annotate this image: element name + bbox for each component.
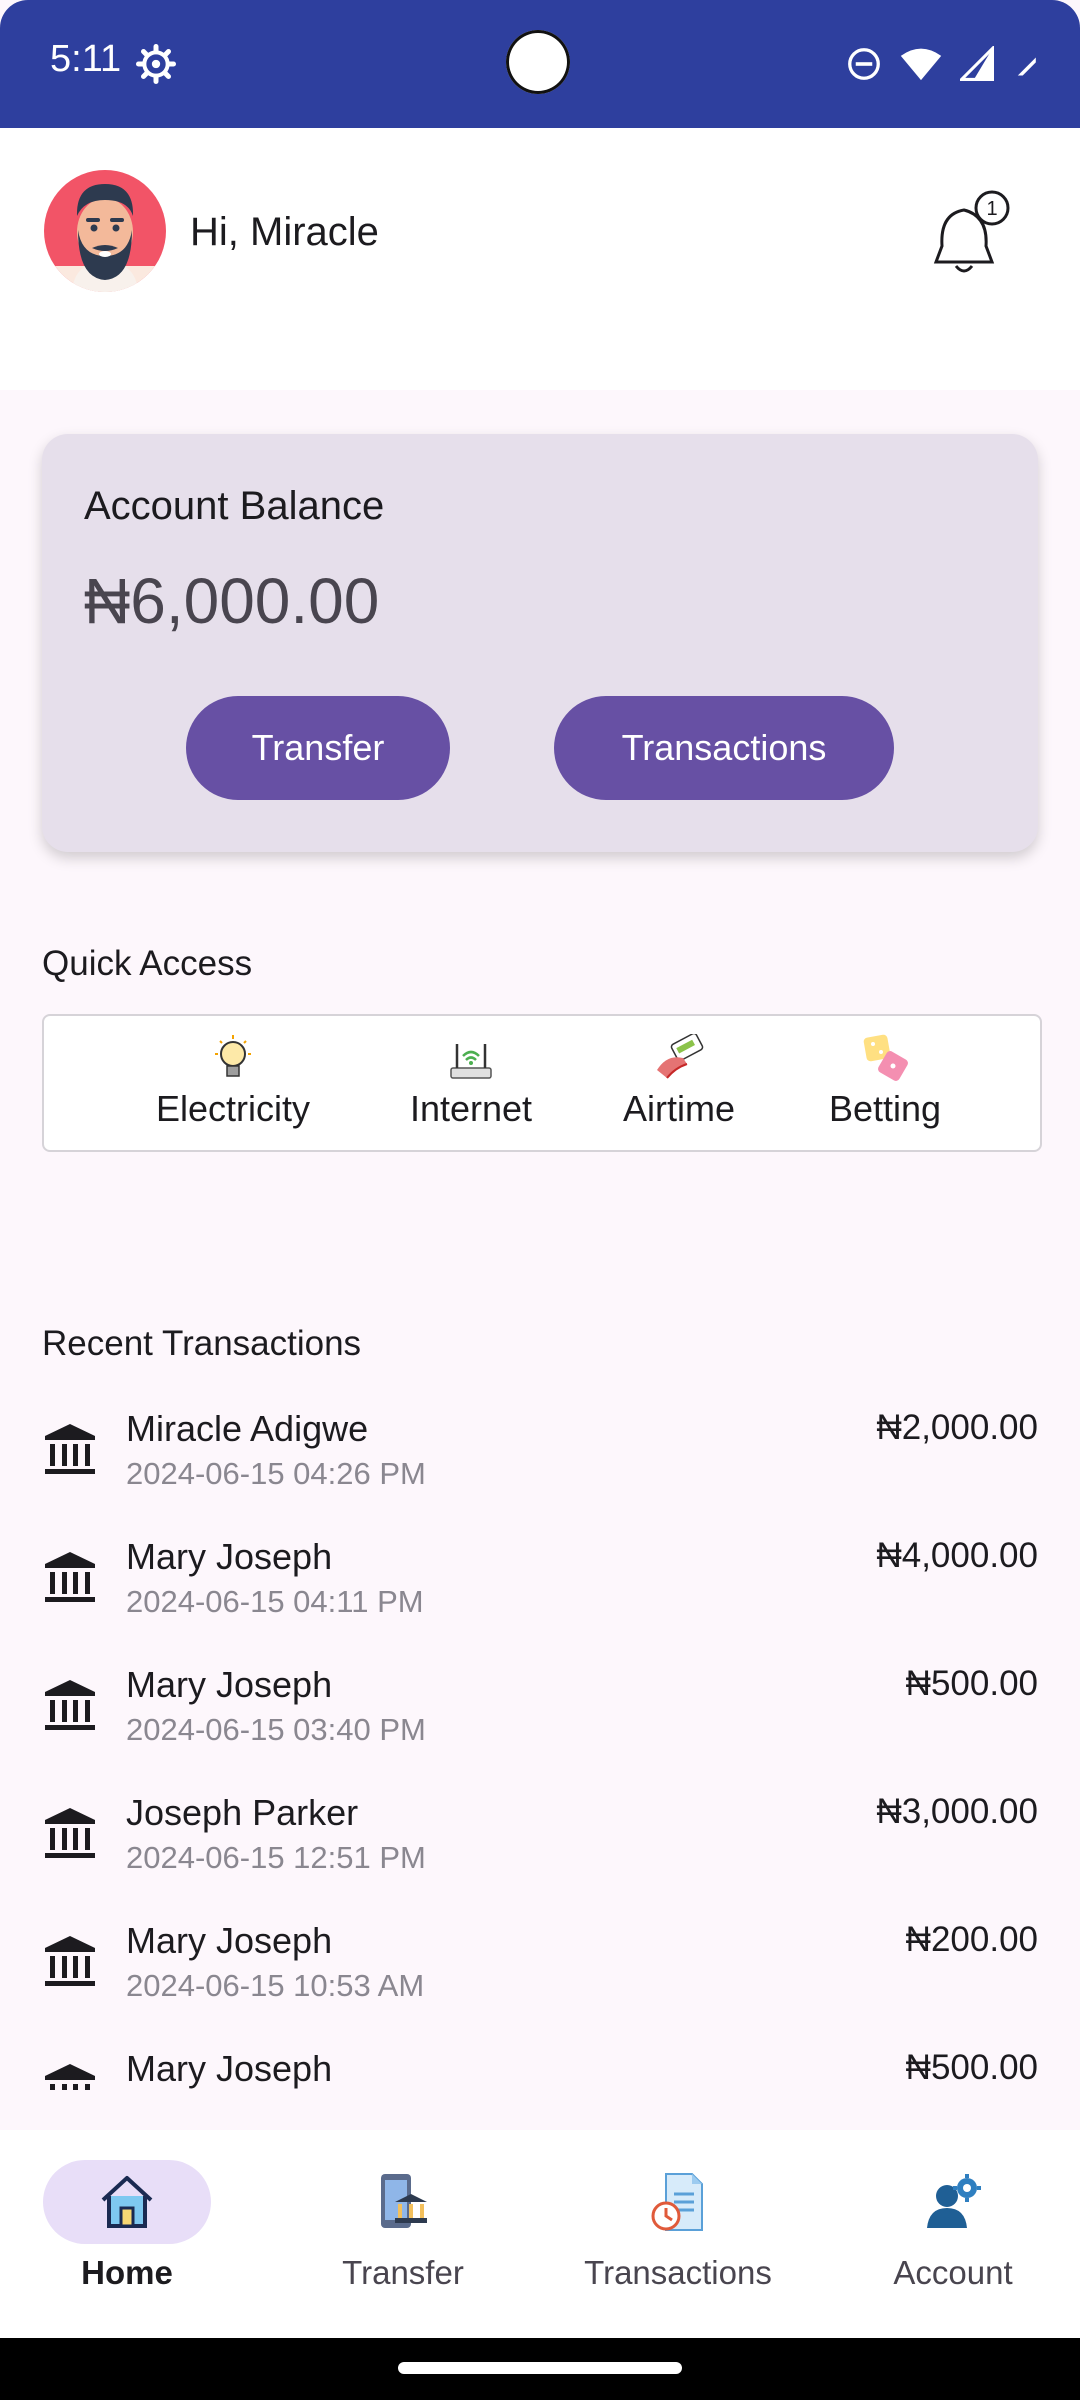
transaction-date: 2024-06-15 04:11 PM [126,1584,424,1619]
app-header: Hi, Miracle 1 [0,128,1080,390]
nav-label: Home [81,2254,173,2291]
signal-icon [960,46,994,81]
transaction-date: 2024-06-15 12:51 PM [126,1840,426,1875]
nav-label: Account [893,2254,1013,2291]
router-icon [450,1044,492,1079]
nav-home[interactable]: Home [27,2160,227,2292]
bottom-navigation: Home Transfer Transactions Account [0,2130,1080,2338]
home-gesture-handle[interactable] [398,2362,682,2374]
quick-access-title: Quick Access [42,944,253,983]
transaction-date: 2024-06-15 10:53 AM [126,1968,425,2003]
quick-access-label: Electricity [155,1088,311,1129]
quick-access-betting[interactable]: Betting [810,1034,960,1130]
nav-transactions[interactable]: Transactions [578,2160,778,2292]
balance-title: Account Balance [84,484,385,528]
transactions-button[interactable]: Transactions [554,696,894,800]
balance-amount: ₦6,000.00 [84,565,380,637]
quick-access-panel: Electricity Internet Airtime Betting [42,1014,1042,1152]
transaction-row[interactable]: Mary Joseph ₦500.00 [42,2048,1038,2090]
nav-label: Transactions [584,2254,772,2291]
transaction-name: Mary Joseph [126,1664,333,1705]
quick-access-label: Betting [828,1088,942,1129]
phone-recharge-icon [657,1034,704,1079]
account-balance-card: Account Balance ₦6,000.00 Transfer Trans… [42,434,1038,852]
history-icon [651,2173,703,2231]
bank-icon [45,2064,95,2090]
account-settings-icon [927,2174,981,2228]
nav-active-indicator [43,2160,211,2244]
lightbulb-icon [215,1035,251,1077]
transaction-name: Mary Joseph [126,1920,333,1961]
transfer-button[interactable]: Transfer [186,696,450,800]
transaction-row[interactable]: Joseph Parker 2024-06-15 12:51 PM ₦3,000… [42,1792,1038,1902]
wifi-icon [900,48,942,81]
bank-icon [45,1680,95,1730]
greeting-text: Hi, Miracle [190,210,379,254]
bank-icon [45,1808,95,1858]
camera-cutout [506,30,570,94]
transaction-amount: ₦2,000.00 [876,1408,1038,1447]
transaction-row[interactable]: Miracle Adigwe 2024-06-15 04:26 PM ₦2,00… [42,1408,1038,1518]
transaction-date: 2024-06-15 03:40 PM [126,1712,426,1747]
transaction-name: Joseph Parker [126,1792,359,1833]
quick-access-electricity[interactable]: Electricity [148,1034,318,1130]
nav-label: Transfer [342,2254,464,2291]
bank-icon [45,1424,95,1474]
status-bar: 5:11 [0,0,1080,128]
quick-access-label: Airtime [622,1088,735,1129]
transaction-date: 2024-06-15 04:26 PM [126,1456,426,1491]
transactions-list: Miracle Adigwe 2024-06-15 04:26 PM ₦2,00… [0,1330,1080,2090]
quick-access-internet[interactable]: Internet [386,1034,556,1130]
nav-account[interactable]: Account [853,2160,1053,2292]
dice-icon [863,1034,908,1081]
do-not-disturb-icon [848,48,880,80]
transaction-name: Mary Joseph [126,2048,333,2089]
bank-icon [45,1552,95,1602]
avatar[interactable] [44,170,166,292]
transaction-name: Miracle Adigwe [126,1408,369,1449]
transaction-row[interactable]: Mary Joseph 2024-06-15 04:11 PM ₦4,000.0… [42,1536,1038,1646]
transaction-row[interactable]: Mary Joseph 2024-06-15 03:40 PM ₦500.00 [42,1664,1038,1774]
transaction-row[interactable]: Mary Joseph 2024-06-15 10:53 AM ₦200.00 [42,1920,1038,2030]
notification-count-badge: 1 [986,198,997,220]
system-icons [846,44,1040,84]
transaction-amount: ₦500.00 [905,1664,1038,1703]
transaction-name: Mary Joseph [126,1536,333,1577]
battery-icon [1017,57,1036,76]
quick-access-airtime[interactable]: Airtime [604,1034,754,1130]
bank-icon [45,1936,95,1986]
nav-transfer[interactable]: Transfer [303,2160,503,2292]
status-time: 5:11 [50,38,122,80]
gesture-bar [0,2338,1080,2400]
bearded-man-avatar-icon [44,184,166,292]
notification-bell-icon[interactable]: 1 [930,188,1016,284]
transaction-amount: ₦200.00 [905,1920,1038,1959]
transaction-amount: ₦3,000.00 [876,1792,1038,1831]
settings-gear-icon [136,44,176,84]
bank-transfer-icon [381,2174,427,2228]
quick-access-label: Internet [409,1088,533,1129]
transaction-amount: ₦4,000.00 [876,1536,1038,1575]
home-icon [101,2176,153,2228]
transaction-amount: ₦500.00 [905,2048,1038,2087]
